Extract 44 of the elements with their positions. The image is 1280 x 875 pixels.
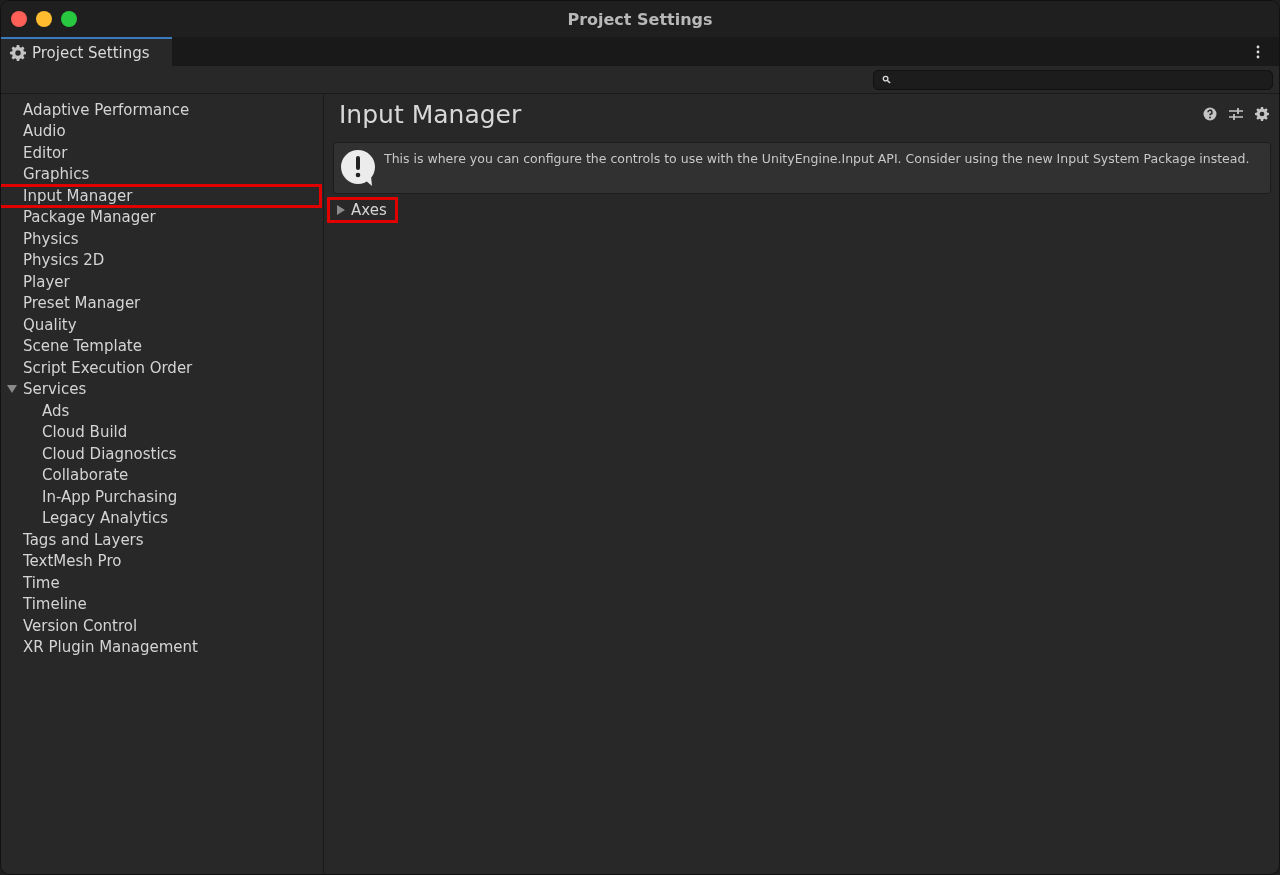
sidebar-item[interactable]: Package Manager [23,208,156,227]
sidebar-item[interactable]: Player [23,272,70,291]
info-message: This is where you can configure the controls to use with the UnityEngine.Input API. Consider using the new Input System Package instead. [384,151,1250,167]
expand-arrow-icon[interactable] [7,384,17,395]
zoom-button[interactable] [61,11,77,27]
search-icon [882,75,891,84]
sidebar-item[interactable]: Version Control [23,616,138,635]
settings-tab[interactable]: Project Settings [1,37,172,66]
sidebar-item[interactable]: Cloud Build [42,423,128,442]
sidebar-item[interactable]: Script Execution Order [23,358,193,377]
sidebar-item[interactable]: Cloud Diagnostics [42,444,177,463]
search-field[interactable] [873,69,1273,90]
page-title: Input Manager [339,99,522,129]
sidebar-item[interactable]: Editor [23,143,68,162]
sidebar-item[interactable]: Graphics [23,165,90,184]
sliders-icon[interactable] [1229,107,1243,121]
sidebar-item[interactable]: In-App Purchasing [42,487,178,506]
sidebar-item[interactable]: Physics [23,229,79,248]
settings-icon[interactable] [1255,107,1269,121]
help-icon[interactable] [1203,107,1217,121]
sidebar-item[interactable]: Ads [42,401,70,420]
sidebar-item[interactable]: Timeline [23,595,87,614]
gear-icon [10,44,26,61]
sidebar-item[interactable]: Scene Template [23,337,142,356]
window-title: Project Settings [567,9,713,29]
more-options-icon[interactable] [1256,44,1260,59]
sidebar-item[interactable]: Adaptive Performance [23,100,190,119]
sidebar-item[interactable]: Services [23,380,87,399]
sidebar-item[interactable]: TextMesh Pro [23,552,122,571]
sidebar-item[interactable]: Input Manager [1,186,319,205]
sidebar-item[interactable]: Time [23,573,60,592]
sidebar-item[interactable]: Preset Manager [23,294,141,313]
sidebar-item[interactable]: Quality [23,315,77,334]
sidebar-item[interactable]: Physics 2D [23,251,105,270]
sidebar-item[interactable]: Legacy Analytics [42,509,169,528]
close-button[interactable] [11,11,27,27]
axes-foldout[interactable]: Axes [328,198,397,222]
sidebar-item[interactable]: XR Plugin Management [23,638,198,657]
expand-arrow-icon [336,205,346,215]
sidebar-item[interactable]: Audio [23,122,66,141]
minimize-button[interactable] [36,11,52,27]
exclamation-icon [340,149,376,187]
sidebar-item[interactable]: Collaborate [42,466,129,485]
sidebar-item[interactable]: Tags and Layers [23,530,144,549]
